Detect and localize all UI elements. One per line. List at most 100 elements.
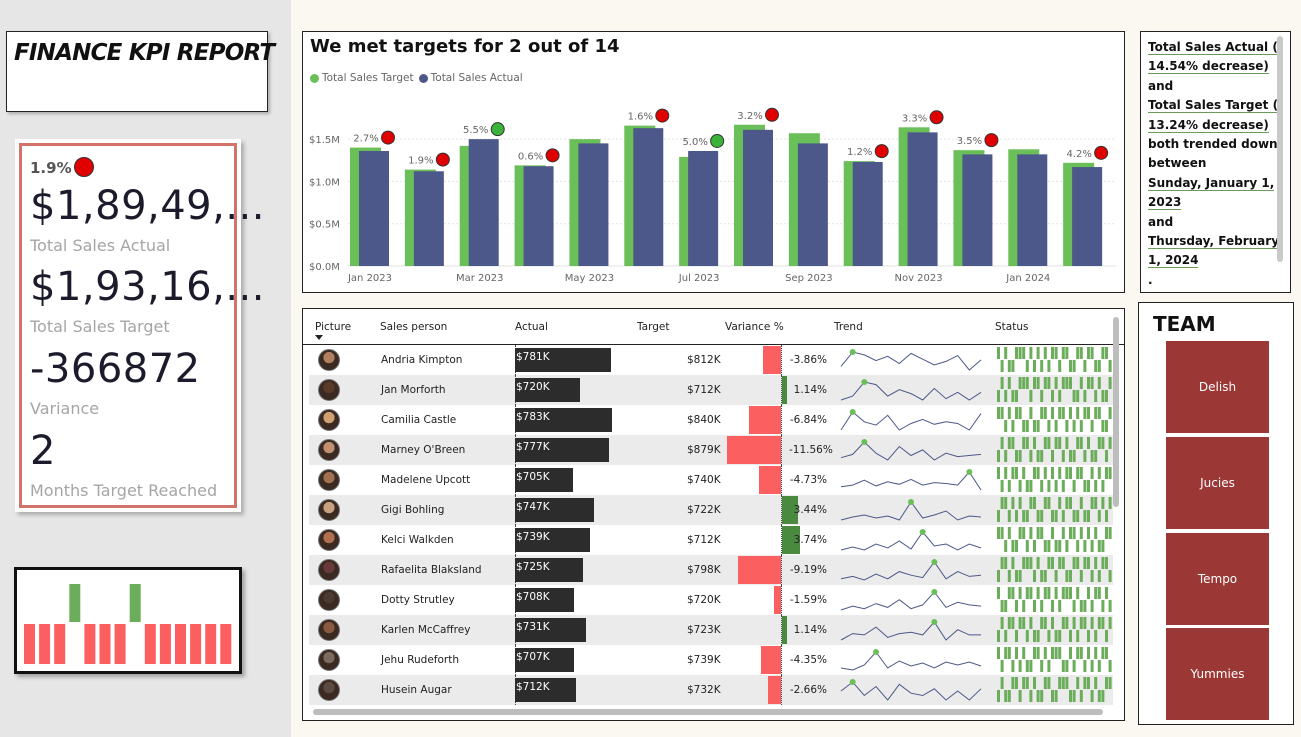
bar-actual[interactable] [797, 143, 828, 266]
status-mark [1058, 540, 1062, 552]
table-row[interactable]: Jehu Rudeforth $707K $739K -4.35% [309, 645, 1113, 675]
table-row[interactable]: Andria Kimpton $781K $812K -3.86% [309, 345, 1113, 375]
bar-actual[interactable] [1072, 167, 1103, 266]
status-mark [1058, 360, 1062, 372]
bar-actual[interactable] [578, 143, 609, 266]
bar-actual[interactable] [359, 150, 389, 266]
sales-person-name: Jan Morforth [381, 384, 446, 396]
table-row[interactable]: Camilia Castle $783K $840K -6.84% [309, 405, 1113, 435]
table-row[interactable]: Gigi Bohling $747K $722K 3.44% [309, 495, 1113, 525]
status-mark [1051, 390, 1054, 402]
avatar [318, 379, 340, 401]
table-row[interactable]: Kelci Walkden $739K $712K 3.74% [309, 525, 1113, 555]
report-canvas: FINANCE KPI REPORT 1.9% $1,89,49,... Tot… [0, 0, 1301, 737]
status-mark [1004, 450, 1008, 462]
sales-person-name: Jehu Rudeforth [381, 654, 460, 666]
status-mark [1097, 540, 1101, 552]
trend-sparkline [840, 529, 982, 551]
status-mark [1000, 377, 1004, 389]
bar-actual[interactable] [907, 132, 938, 266]
team-button-tempo[interactable]: Tempo [1166, 533, 1269, 625]
status-mark [1058, 437, 1062, 449]
status-mark [1090, 600, 1094, 612]
column-header-variance[interactable]: Variance % [725, 321, 784, 333]
status-mark [1029, 690, 1033, 702]
bar-actual[interactable] [633, 128, 664, 266]
status-mark [1018, 660, 1022, 672]
table-row[interactable]: Dotty Strutley $708K $720K -1.59% [309, 585, 1113, 615]
status-bar-met [69, 584, 81, 622]
status-mark [1058, 557, 1062, 569]
status-bar-missed [220, 624, 232, 664]
variance-bar [758, 466, 781, 494]
status-mark [1029, 527, 1033, 539]
bar-actual[interactable] [1017, 154, 1048, 266]
table-horizontal-scrollbar[interactable] [313, 709, 1103, 715]
status-mark [1011, 540, 1015, 552]
status-met-dot-icon [490, 122, 505, 137]
column-header-actual[interactable]: Actual [515, 321, 548, 333]
status-mark [1022, 420, 1026, 432]
sales-person-name: Camilia Castle [381, 414, 457, 426]
legend-item-target[interactable]: Total Sales Target [310, 72, 414, 84]
data-label: 3.2% [737, 111, 762, 122]
table-row[interactable]: Jan Morforth $720K $712K 1.14% [309, 375, 1113, 405]
table-vertical-scrollbar[interactable] [1113, 317, 1119, 507]
bar-actual[interactable] [523, 166, 554, 266]
team-button-delish[interactable]: Delish [1166, 341, 1269, 433]
status-mark [1097, 587, 1101, 599]
table-row[interactable]: Madelene Upcott $705K $740K -4.73% [309, 465, 1113, 495]
bar-actual[interactable] [688, 150, 719, 266]
status-mark [1029, 497, 1033, 509]
status-mark [1069, 497, 1072, 509]
bar-actual[interactable] [468, 139, 499, 266]
column-header-picture[interactable]: Picture [315, 321, 351, 333]
status-mark [1033, 600, 1036, 612]
variance-bar [782, 376, 788, 404]
variance-axis-line [781, 555, 782, 585]
status-mark [1065, 497, 1069, 509]
variance-bar [748, 406, 781, 434]
status-mark [1072, 660, 1076, 672]
status-mark [1033, 540, 1036, 552]
bar-actual[interactable] [852, 161, 883, 266]
column-header-status[interactable]: Status [995, 321, 1028, 333]
status-sparkbars [997, 647, 1112, 672]
sales-person-name: Rafaelita Blaksland [381, 564, 482, 576]
status-mark [1033, 437, 1036, 449]
table-row[interactable]: Husein Augar $712K $732K -2.66% [309, 675, 1113, 705]
status-sparkbars [997, 437, 1112, 462]
variance-value: -4.35% [789, 654, 827, 666]
sort-descending-icon[interactable] [315, 335, 323, 340]
status-mark [1101, 557, 1105, 569]
bar-actual[interactable] [962, 154, 993, 266]
team-button-yummies[interactable]: Yummies [1166, 628, 1269, 720]
column-header-trend[interactable]: Trend [834, 321, 863, 333]
table-row[interactable]: Marney O'Breen $777K $879K -11.56% [309, 435, 1113, 465]
trend-peak-marker [966, 469, 973, 475]
status-mark [1022, 527, 1026, 539]
column-header-sales-person[interactable]: Sales person [380, 321, 447, 333]
status-mark [1051, 600, 1054, 612]
narrative-scrollbar[interactable] [1277, 36, 1283, 262]
status-mark [1058, 467, 1062, 479]
variance-axis-line [781, 435, 782, 465]
status-mark [1036, 347, 1040, 359]
table-row[interactable]: Karlen McCaffrey $731K $723K 1.14% [309, 615, 1113, 645]
column-header-target[interactable]: Target [637, 321, 669, 333]
status-mark [1007, 437, 1011, 449]
status-mark [1072, 527, 1076, 539]
trend-peak-marker [849, 349, 856, 355]
team-button-jucies[interactable]: Jucies [1166, 437, 1269, 529]
table-row[interactable]: Rafaelita Blaksland $725K $798K -9.19% [309, 555, 1113, 585]
status-mark [1069, 360, 1072, 372]
status-mark [1061, 377, 1065, 389]
legend-item-actual[interactable]: Total Sales Actual [418, 72, 523, 84]
bar-actual[interactable] [743, 129, 773, 266]
status-mark [1061, 480, 1065, 492]
status-mark [1072, 557, 1076, 569]
status-mark [1025, 630, 1029, 642]
bar-actual[interactable] [413, 171, 444, 266]
avatar [318, 499, 340, 521]
status-mark [1000, 527, 1004, 539]
